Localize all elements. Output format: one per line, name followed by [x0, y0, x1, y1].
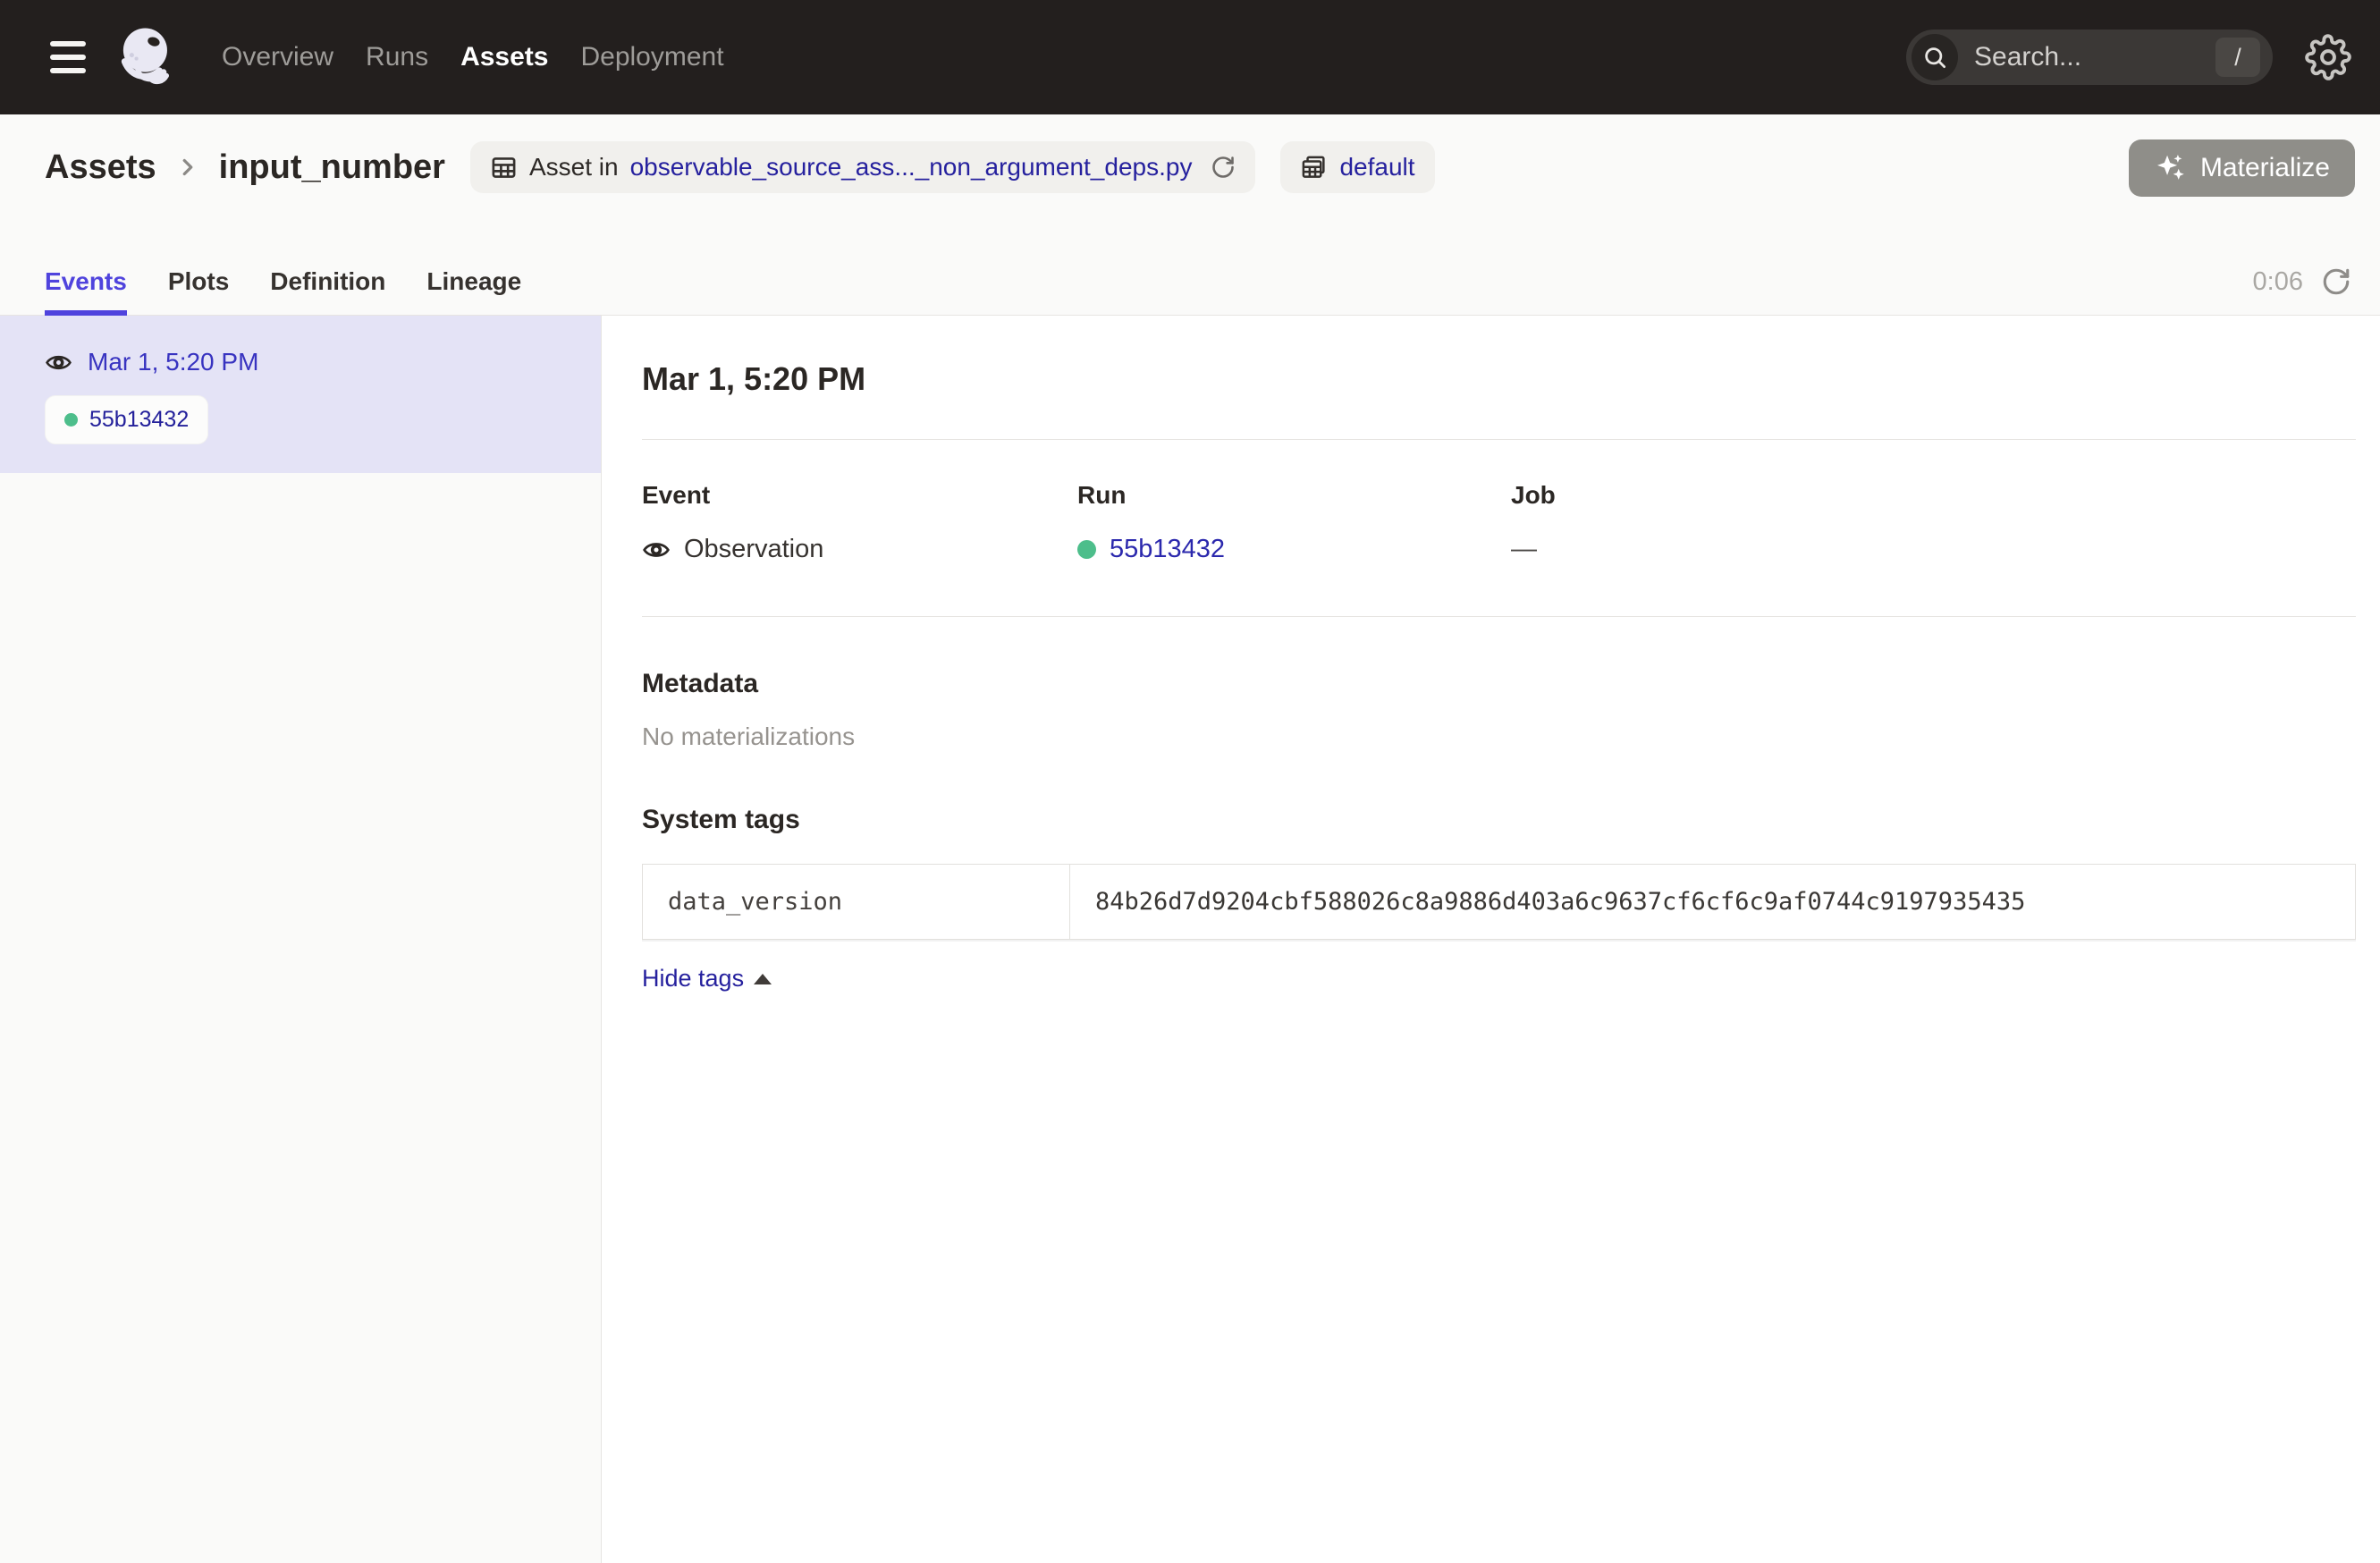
observation-eye-icon — [45, 349, 72, 376]
run-status-dot — [64, 413, 78, 427]
hide-tags-link[interactable]: Hide tags — [642, 965, 772, 993]
event-list-sidebar: Mar 1, 5:20 PM 55b13432 — [0, 316, 602, 1563]
tag-key-cell: data_version — [643, 865, 1070, 939]
asset-tabs: Events Plots Definition Lineage — [45, 267, 521, 316]
asset-in-label: Asset in — [529, 153, 619, 182]
metadata-heading: Metadata — [642, 669, 2356, 699]
run-id-link[interactable]: 55b13432 — [1110, 535, 1225, 564]
tag-value-cell: 84b26d7d9204cbf588026c8a9886d403a6c9637c… — [1070, 865, 2355, 939]
tab-definition[interactable]: Definition — [270, 267, 385, 316]
search-input[interactable]: Search... / — [1906, 30, 2273, 85]
refresh-countdown: 0:06 — [2253, 267, 2303, 297]
search-shortcut-key: / — [2215, 38, 2260, 77]
nav-runs[interactable]: Runs — [366, 42, 428, 72]
tab-plots[interactable]: Plots — [168, 267, 229, 316]
run-status-dot — [1077, 540, 1096, 559]
sparkle-icon — [2154, 151, 2188, 185]
asset-location-pill: Asset in observable_source_ass..._non_ar… — [470, 141, 1255, 193]
events-content: Mar 1, 5:20 PM 55b13432 Mar 1, 5:20 PM E… — [0, 316, 2380, 1563]
job-column: Job — — [1511, 481, 2356, 564]
system-tags-heading: System tags — [642, 805, 2356, 835]
search-placeholder: Search... — [1974, 42, 2215, 72]
refresh-icon[interactable] — [2321, 266, 2351, 297]
top-navigation-bar: Overview Runs Assets Deployment Search..… — [0, 0, 2380, 114]
system-tags-table: data_version 84b26d7d9204cbf588026c8a988… — [642, 864, 2356, 940]
event-detail-title: Mar 1, 5:20 PM — [642, 360, 2356, 398]
run-column-label: Run — [1077, 481, 1511, 510]
run-id-label: 55b13432 — [89, 407, 189, 433]
tab-lineage[interactable]: Lineage — [426, 267, 521, 316]
event-summary-columns: Event Observation Run 55b13432 — [642, 440, 2356, 616]
event-column: Event Observation — [642, 481, 1077, 564]
search-icon — [1912, 34, 1958, 80]
event-column-label: Event — [642, 481, 1077, 510]
nav-deployment[interactable]: Deployment — [580, 42, 723, 72]
tab-events[interactable]: Events — [45, 267, 127, 316]
code-location-link[interactable]: observable_source_ass..._non_argument_de… — [630, 153, 1193, 182]
event-detail-panel: Mar 1, 5:20 PM Event Observation Run — [602, 316, 2380, 1563]
job-column-label: Job — [1511, 481, 2356, 510]
divider — [642, 616, 2356, 617]
page-title: input_number — [219, 148, 445, 187]
breadcrumb: Assets input_number Asset in observable_… — [45, 141, 2380, 193]
menu-hamburger-icon[interactable] — [50, 41, 86, 73]
breadcrumb-assets[interactable]: Assets — [45, 148, 156, 187]
event-type-value: Observation — [684, 535, 823, 564]
repository-tables-icon — [1300, 154, 1328, 182]
settings-gear-icon[interactable] — [2305, 34, 2351, 80]
event-timestamp-link[interactable]: Mar 1, 5:20 PM — [88, 348, 258, 376]
chevron-right-icon — [174, 154, 201, 181]
repository-pill: default — [1280, 141, 1434, 193]
materialize-button[interactable]: Materialize — [2129, 139, 2355, 197]
reload-definitions-icon[interactable] — [1211, 155, 1236, 180]
auto-refresh-control: 0:06 — [2253, 266, 2351, 297]
collapse-caret-icon — [754, 974, 772, 984]
job-empty-value: — — [1511, 535, 1537, 564]
table-grid-icon — [490, 154, 518, 182]
hide-tags-label: Hide tags — [642, 965, 744, 993]
run-column: Run 55b13432 — [1077, 481, 1511, 564]
nav-overview[interactable]: Overview — [222, 42, 333, 72]
event-list-item-selected[interactable]: Mar 1, 5:20 PM 55b13432 — [0, 316, 601, 473]
observation-eye-icon — [642, 536, 671, 564]
repository-link[interactable]: default — [1339, 153, 1414, 182]
main-nav: Overview Runs Assets Deployment — [222, 42, 724, 72]
metadata-empty-text: No materializations — [642, 722, 2356, 751]
run-id-badge[interactable]: 55b13432 — [45, 395, 208, 444]
nav-assets[interactable]: Assets — [460, 42, 548, 72]
dagster-logo-icon[interactable] — [113, 23, 181, 91]
materialize-label: Materialize — [2200, 153, 2330, 183]
asset-page-header: Assets input_number Asset in observable_… — [0, 114, 2380, 316]
